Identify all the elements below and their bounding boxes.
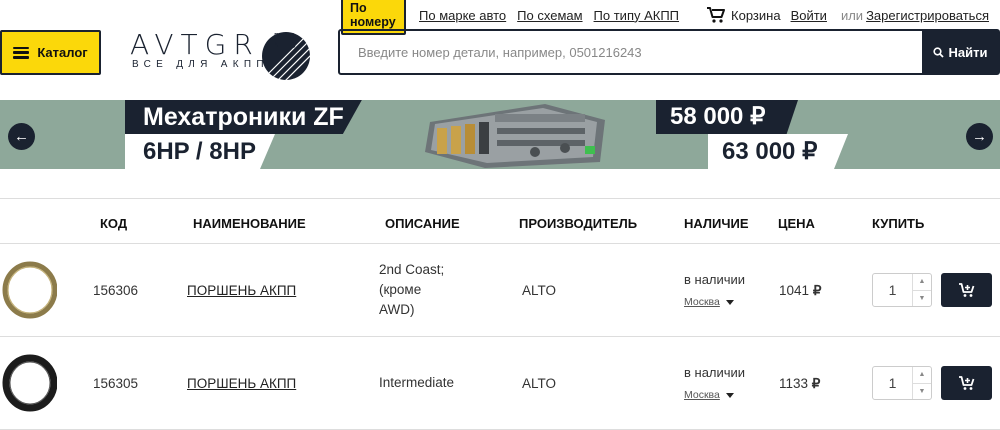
product-price: 1041 ₽ [779,283,821,299]
arrow-left-icon: ← [14,128,29,145]
product-description: 2nd Coast; (кроме AWD) [379,260,459,320]
quantity-stepper[interactable]: 1 ▲ ▼ [872,366,932,400]
logo-prnd-mark: P R N D [274,32,300,50]
product-code: 156306 [93,283,139,298]
description-line: (кроме [379,282,422,297]
cart-label: Корзина [731,7,781,23]
stepper-arrows: ▲ ▼ [912,274,931,306]
product-name-link[interactable]: ПОРШЕНЬ АКПП [187,376,296,391]
banner-subtitle: 6HP / 8HP [125,134,275,169]
product-code: 156305 [93,376,139,391]
description-line: AWD) [379,302,415,317]
add-to-cart-button[interactable] [941,273,992,307]
city-label: Москва [684,389,720,401]
auth-or-text: или [840,7,864,23]
decrement-icon[interactable]: ▼ [913,291,931,307]
product-price: 1133 ₽ [779,376,820,392]
price-value: 1041 [779,283,810,298]
city-select[interactable]: Москва [684,296,734,308]
city-select[interactable]: Москва [684,389,734,401]
cart-plus-icon [958,376,974,390]
col-price: ЦЕНА [778,216,815,231]
currency-ruble: ₽ [811,376,821,391]
promo-banner[interactable]: Мехатроники ZF 6HP / 8HP 58 000 ₽ 63 000… [0,100,1000,169]
login-link[interactable]: Войти [791,8,827,23]
nav-by-brand-link[interactable]: По марке авто [419,8,506,23]
product-image[interactable] [2,261,57,319]
catalog-label: Каталог [37,45,88,60]
stepper-arrows: ▲ ▼ [912,367,931,399]
quantity-stepper[interactable]: 1 ▲ ▼ [872,273,932,307]
banner-price-1: 58 000 ₽ [656,100,798,134]
menu-icon [13,46,30,59]
col-description: ОПИСАНИЕ [385,216,460,231]
increment-icon[interactable]: ▲ [913,274,931,291]
products-table: КОД НАИМЕНОВАНИЕ ОПИСАНИЕ ПРОИЗВОДИТЕЛЬ … [0,198,1000,430]
cart-icon [707,7,726,23]
quantity-value[interactable]: 1 [873,274,912,306]
decrement-icon[interactable]: ▼ [913,384,931,400]
site-logo[interactable]: AVTGR ВСЕ ДЛЯ АКПП P R N D [130,22,312,80]
cart-plus-icon [958,283,974,297]
currency-ruble: ₽ [812,283,822,298]
product-image[interactable] [2,354,57,412]
cart-link[interactable]: Корзина [706,6,781,24]
search-button-label: Найти [948,44,988,60]
chevron-down-icon [725,299,734,305]
logo-tagline: ВСЕ ДЛЯ АКПП [132,59,269,70]
arrow-right-icon: → [972,128,987,145]
availability-status: в наличии [684,365,746,380]
availability-status: в наличии [684,272,746,287]
col-availability: НАЛИЧИЕ [684,216,749,231]
description-line: 2nd Coast; [379,262,445,277]
product-name-link[interactable]: ПОРШЕНЬ АКПП [187,283,296,298]
nav-by-schemes-link[interactable]: По схемам [517,8,582,23]
col-name: НАИМЕНОВАНИЕ [193,216,306,231]
chevron-down-icon [725,392,734,398]
banner-prev-button[interactable]: ← [8,123,35,150]
banner-title: Мехатроники ZF [125,100,362,134]
product-description: Intermediate [379,373,479,393]
top-nav: По номеру По марке авто По схемам По тип… [341,0,1000,35]
search-input[interactable] [340,31,922,73]
description-line: Intermediate [379,375,455,390]
banner-price-2: 63 000 ₽ [708,134,848,169]
add-to-cart-button[interactable] [941,366,992,400]
table-row: 156306 ПОРШЕНЬ АКПП 2nd Coast; (кроме AW… [0,244,1000,337]
auth-links: Войти или Зарегистрироваться [791,8,1000,23]
logo-word: AVTGR [130,28,260,61]
search-button[interactable]: Найти [922,31,998,73]
nav-by-type-link[interactable]: По типу АКПП [594,8,679,23]
col-buy: КУПИТЬ [872,216,925,231]
product-maker: ALTO [522,283,557,298]
quantity-value[interactable]: 1 [873,367,912,399]
increment-icon[interactable]: ▲ [913,367,931,384]
col-code: КОД [100,216,128,231]
table-row: 156305 ПОРШЕНЬ АКПП Intermediate ALTO в … [0,337,1000,430]
col-maker: ПРОИЗВОДИТЕЛЬ [519,216,638,231]
city-label: Москва [684,296,720,308]
banner-next-button[interactable]: → [966,123,993,150]
price-value: 1133 [779,376,809,391]
table-header: КОД НАИМЕНОВАНИЕ ОПИСАНИЕ ПРОИЗВОДИТЕЛЬ … [0,198,1000,244]
register-link[interactable]: Зарегистрироваться [866,8,989,23]
product-maker: ALTO [522,376,557,391]
catalog-button[interactable]: Каталог [0,30,101,75]
search-bar: Найти [338,29,1000,75]
search-icon [932,46,944,58]
mechatronic-image [425,104,605,168]
